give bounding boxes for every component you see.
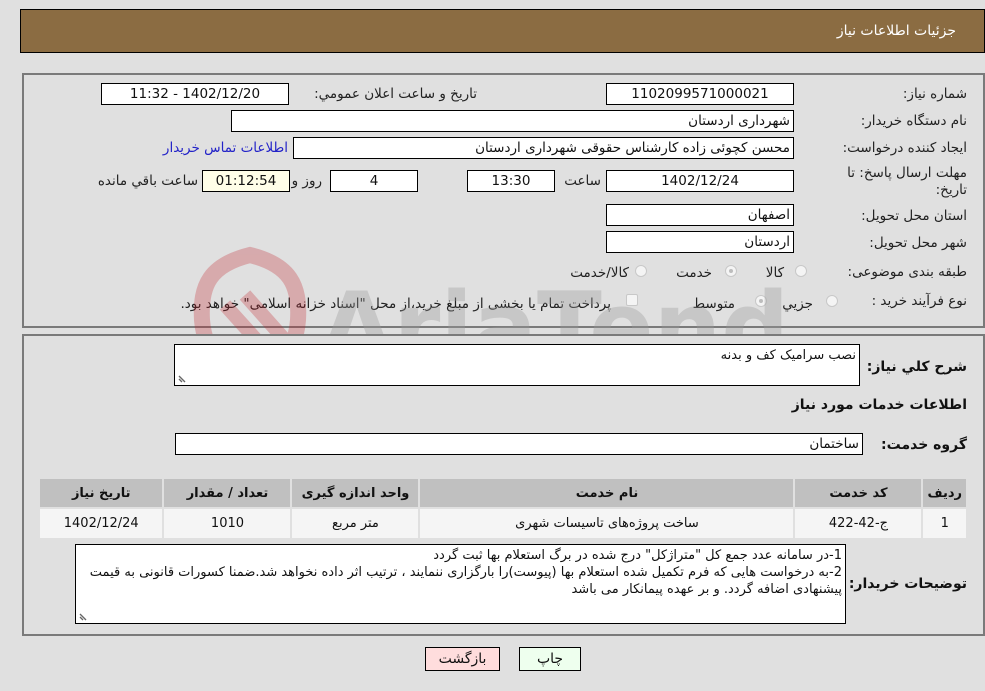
page-header: جزئیات اطلاعات نیاز [20, 9, 985, 53]
service-group-label: گروه خدمت: [881, 437, 967, 453]
cell-need-date: 1402/12/24 [40, 509, 163, 538]
category-radio-goods-service[interactable] [635, 265, 647, 277]
col-quantity: تعداد / مقدار [164, 479, 291, 507]
col-need-date: تاریخ نیاز [40, 479, 163, 507]
general-desc-text: نصب سرامیک کف و بدنه [720, 348, 856, 363]
resize-grip-icon[interactable] [79, 611, 89, 621]
back-button[interactable]: بازگشت [425, 647, 500, 671]
buyer-notes-label: توضیحات خریدار: [848, 576, 967, 592]
city-field[interactable]: اردستان [606, 231, 794, 253]
treasury-checkbox[interactable] [626, 294, 638, 306]
service-group-field[interactable]: ساختمان [175, 433, 863, 455]
deadline-label-line1: مهلت ارسال پاسخ: تا [847, 165, 967, 181]
category-radio-service[interactable] [725, 265, 737, 277]
deadline-time-label: ساعت [564, 173, 601, 189]
buyer-note-line: 1-در سامانه عدد جمع کل "متراژکل" درج شده… [433, 548, 842, 563]
category-option-goods: کالا [765, 265, 784, 281]
process-option-medium: متوسط [692, 296, 735, 312]
general-desc-textarea[interactable]: نصب سرامیک کف و بدنه [174, 344, 860, 386]
announce-datetime-label: تاریخ و ساعت اعلان عمومي: [314, 86, 477, 102]
requester-field[interactable]: محسن کچوئی زاده کارشناس حقوقی شهرداری ار… [293, 137, 794, 159]
treasury-note: پرداخت تمام یا بخشی از مبلغ خرید،از محل … [180, 296, 611, 312]
buyer-notes-textarea[interactable]: 1-در سامانه عدد جمع کل "متراژکل" درج شده… [75, 544, 846, 624]
cell-unit: متر مربع [292, 509, 419, 538]
table-row: 1 ج-42-422 ساخت پروژه‌های تاسیسات شهری م… [40, 509, 966, 538]
category-option-service: خدمت [676, 265, 712, 281]
cell-service-code: ج-42-422 [795, 509, 922, 538]
buyer-note-line: 2-به درخواست هایی که فرم تکمیل شده استعل… [89, 565, 842, 597]
province-field[interactable]: اصفهان [606, 204, 794, 226]
col-service-name: نام خدمت [420, 479, 794, 507]
need-number-field[interactable]: 1102099571000021 [606, 83, 794, 105]
category-option-goods-service: کالا/خدمت [570, 265, 629, 281]
city-label: شهر محل تحویل: [869, 235, 967, 251]
services-heading: اطلاعات خدمات مورد نياز [791, 397, 967, 413]
general-desc-label: شرح كلي نياز: [866, 359, 967, 375]
process-option-minor: جزيي [782, 296, 813, 312]
col-unit: واحد اندازه گیری [292, 479, 419, 507]
table-header-row: رديف کد خدمت نام خدمت واحد اندازه گیری ت… [40, 479, 966, 507]
requester-label: ایجاد کننده درخواست: [842, 140, 967, 156]
print-button[interactable]: چاپ [519, 647, 581, 671]
page-title: جزئیات اطلاعات نیاز [836, 23, 956, 39]
purchase-process-label: نوع فرآیند خرید : [871, 293, 967, 309]
days-remaining-field[interactable]: 4 [330, 170, 418, 192]
time-remaining-label: ساعت باقي مانده [97, 173, 198, 189]
category-radio-goods[interactable] [795, 265, 807, 277]
cell-quantity: 1010 [164, 509, 291, 538]
col-row-number: رديف [923, 479, 966, 507]
buyer-contact-link[interactable]: اطلاعات تماس خریدار [163, 140, 288, 156]
process-radio-minor[interactable] [826, 295, 838, 307]
buyer-org-label: نام دستگاه خریدار: [860, 113, 967, 129]
need-number-label: شماره نیاز: [902, 86, 967, 102]
buyer-org-field[interactable]: شهرداری اردستان [231, 110, 794, 132]
days-label: روز و [291, 173, 322, 189]
cell-row-number: 1 [923, 509, 966, 538]
announce-datetime-field[interactable]: 1402/12/20 - 11:32 [101, 83, 289, 105]
resize-grip-icon[interactable] [178, 373, 188, 383]
time-remaining-field: 01:12:54 [202, 170, 290, 192]
services-table: رديف کد خدمت نام خدمت واحد اندازه گیری ت… [38, 477, 968, 540]
col-service-code: کد خدمت [795, 479, 922, 507]
category-label: طبقه بندی موضوعی: [847, 264, 967, 280]
deadline-time-field[interactable]: 13:30 [467, 170, 555, 192]
deadline-date-field[interactable]: 1402/12/24 [606, 170, 794, 192]
deadline-label-line2: تاریخ: [935, 182, 967, 198]
process-radio-medium[interactable] [755, 295, 767, 307]
cell-service-name: ساخت پروژه‌های تاسیسات شهری [420, 509, 794, 538]
province-label: استان محل تحویل: [861, 208, 967, 224]
